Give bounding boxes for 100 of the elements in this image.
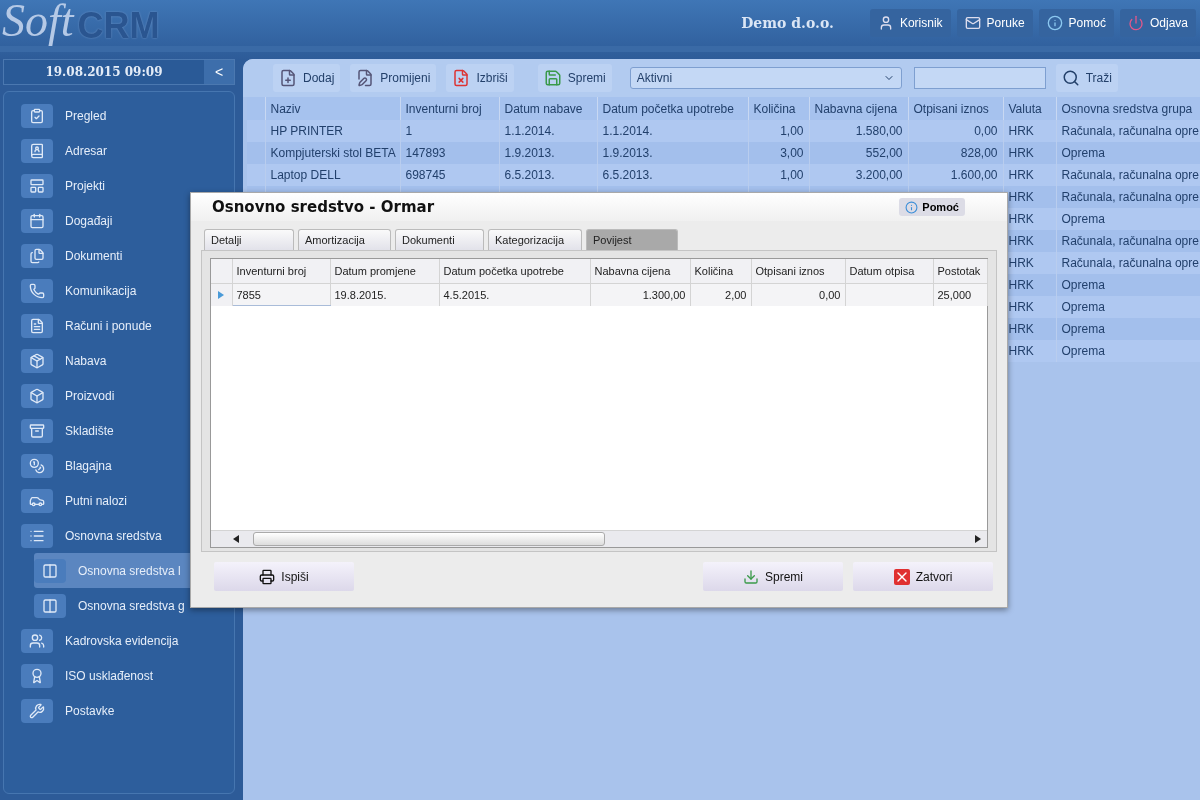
save-icon [543,69,562,87]
toolbar-button[interactable]: Izbriši [446,64,514,92]
search-button[interactable]: Traži [1055,64,1118,92]
documents-icon [21,243,53,268]
column-header[interactable]: Inventurni broj [232,259,330,284]
date-time: 19.08.2015 09:09 [44,64,164,81]
header-button[interactable]: Poruke [956,9,1033,37]
sidebar-item[interactable]: Proizvodi [21,378,115,413]
sidebar-item-label: Projekti [65,178,105,193]
invoice-icon [21,313,53,338]
header-button[interactable]: Korisnik [869,9,951,37]
horizontal-scrollbar[interactable] [211,530,987,547]
edit-document-icon [356,69,375,87]
sidebar-item[interactable]: Postavke [21,693,115,728]
sidebar-item[interactable]: Događaji [21,203,113,238]
table-icon [34,558,66,583]
scroll-right-icon[interactable] [975,535,981,543]
status-dropdown[interactable]: Aktivni [629,67,902,89]
sidebar-item[interactable]: Putni nalozi [21,483,128,518]
search-field[interactable] [913,67,1046,89]
column-header[interactable]: Količina [690,259,751,284]
collapse-button[interactable]: < [204,60,234,84]
save-button[interactable]: Spremi [703,562,843,591]
sidebar-item[interactable]: Komunikacija [21,273,137,308]
sidebar-subitem[interactable]: Osnovna sredstva g [34,588,234,623]
list-icon [21,523,53,548]
tab[interactable]: Dokumenti [395,229,484,250]
save-icon [743,568,759,585]
sidebar-item-label: Pregled [65,108,107,123]
column-header[interactable]: Valuta [1003,97,1056,120]
sidebar-item-label: Dokumenti [65,248,123,263]
column-header[interactable]: Naziv [265,97,400,120]
column-header[interactable]: Postotak [933,259,987,284]
sidebar-item-label: Osnovna sredstva l [78,563,181,578]
column-header[interactable]: Nabavna cijena [590,259,690,284]
column-header[interactable]: Datum početka upotrebe [597,97,748,120]
phone-icon [21,278,53,303]
people-icon [21,628,53,653]
coins-icon [21,453,53,478]
sidebar-item-label: Osnovna sredstva [65,528,162,543]
sidebar-item-label: Osnovna sredstva g [78,598,185,613]
sidebar-item-label: Blagajna [65,458,112,473]
column-header[interactable]: Datum promjene [330,259,439,284]
sidebar-item[interactable]: ISO usklađenost [21,658,154,693]
column-header[interactable]: Inventurni broj [400,97,499,120]
column-header[interactable]: Datum početka upotrebe [439,259,590,284]
sidebar-item[interactable]: Skladište [21,413,114,448]
envelope-icon [964,15,981,31]
column-header[interactable]: Količina [748,97,809,120]
sidebar-item[interactable]: Pregled [21,98,107,133]
info-icon [905,200,919,214]
grid-cell[interactable]: 4.5.2015. [439,283,590,306]
column-header[interactable]: Osnovna sredstva grupa [1056,97,1200,120]
sidebar-item[interactable]: Kadrovska evidencija [21,623,179,658]
column-header[interactable]: Datum otpisa [845,259,933,284]
address-book-icon [21,138,53,163]
box-icon [21,383,53,408]
column-header[interactable]: Nabavna cijena [809,97,908,120]
tab[interactable]: Kategorizacija [488,229,582,250]
sidebar-item[interactable]: Osnovna sredstva [21,518,162,553]
window-icon [21,173,53,198]
printer-icon [259,568,276,585]
help-button[interactable]: Pomoć [899,198,965,216]
header-button[interactable]: Odjava [1119,9,1196,37]
sidebar-item[interactable]: Blagajna [21,448,112,483]
toolbar-button[interactable]: Dodaj [273,64,341,92]
info-icon [1046,15,1063,31]
column-header[interactable]: Datum nabave [499,97,597,120]
table-cell: Oprema [1056,340,1200,362]
calendar-icon [21,208,53,233]
tab[interactable]: Detalji [204,229,294,250]
sidebar-item-label: Proizvodi [65,388,115,403]
close-button[interactable]: Zatvori [853,562,993,591]
car-icon [21,488,53,513]
sidebar-item[interactable]: Adresar [21,133,108,168]
sidebar-item[interactable]: Projekti [21,168,105,203]
column-header[interactable]: Otpisani iznos [751,259,845,284]
close-icon [893,568,910,585]
sidebar-item-label: Skladište [65,423,114,438]
toolbar-button[interactable]: Spremi [537,64,612,92]
sidebar-item[interactable]: Dokumenti [21,238,123,273]
column-header[interactable]: Otpisani iznos [908,97,1003,120]
sidebar-item-label: ISO usklađenost [65,668,154,683]
scroll-left-icon[interactable] [233,535,239,543]
sidebar-item[interactable]: Nabava [21,343,107,378]
sidebar-item[interactable]: Računi i ponude [21,308,152,343]
table-icon [34,593,66,618]
certificate-icon [21,663,53,688]
print-button[interactable]: Ispiši [214,562,354,591]
sidebar-item-label: Računi i ponude [65,318,152,333]
toolbar-button[interactable]: Promijeni [350,64,437,92]
sidebar-item-label: Adresar [65,143,108,158]
search-icon [1061,69,1080,87]
sidebar-item-label: Putni nalozi [65,493,128,508]
tab[interactable]: Amortizacija [298,229,391,250]
archive-icon [21,418,53,443]
clipboard-icon [21,103,53,128]
header-button[interactable]: Pomoć [1038,9,1114,37]
tab[interactable]: Povijest [586,229,678,250]
dialog-title: Osnovno sredstvo - Ormar [212,198,435,216]
